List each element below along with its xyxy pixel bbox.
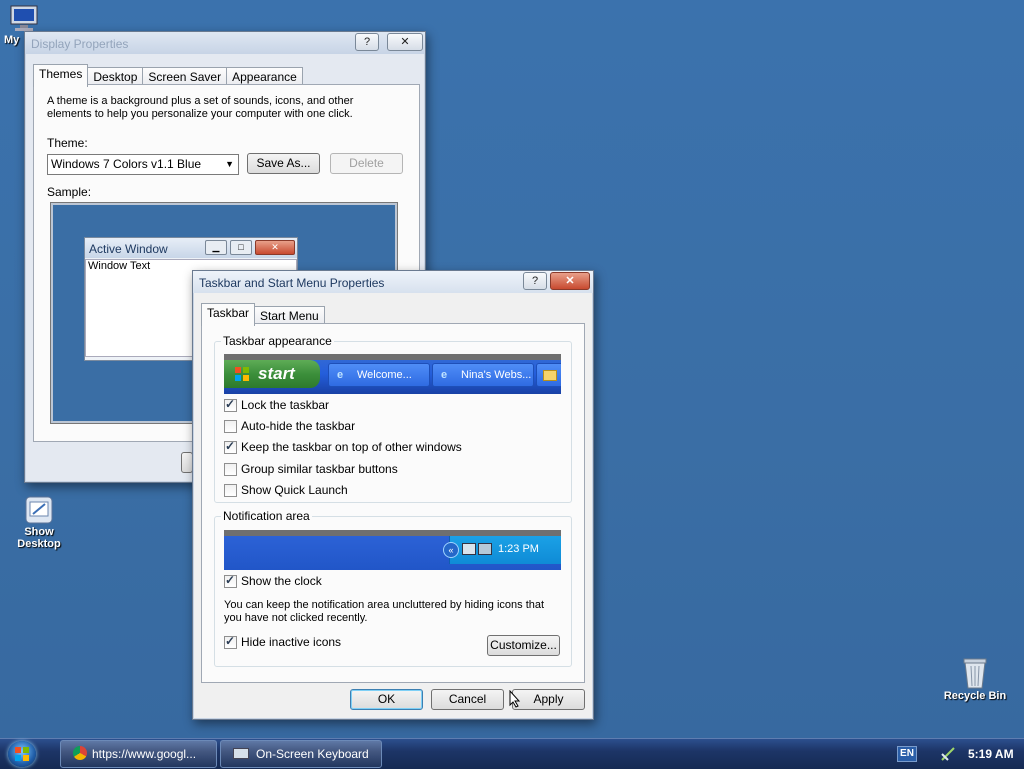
tray-section: « 1:23 PM bbox=[443, 536, 561, 564]
group-title: Notification area bbox=[221, 509, 312, 523]
ie-icon: e bbox=[337, 369, 344, 381]
theme-label: Theme: bbox=[47, 136, 88, 150]
sample-label: Sample: bbox=[47, 185, 92, 199]
preview-task-button-3 bbox=[536, 363, 561, 387]
computer-icon bbox=[10, 5, 38, 31]
preview-start-label: start bbox=[258, 364, 295, 383]
quick-launch-checkbox[interactable]: Show Quick Launch bbox=[224, 483, 348, 497]
desktop-icon-show-desktop[interactable]: Show Desktop bbox=[4, 494, 74, 550]
group-title: Taskbar appearance bbox=[221, 334, 334, 348]
help-button[interactable]: ? bbox=[355, 33, 379, 51]
mouse-cursor-icon bbox=[509, 690, 521, 708]
windows-logo-icon bbox=[15, 747, 29, 761]
taskbar: https://www.googl... On-Screen Keyboard … bbox=[0, 738, 1024, 769]
tab-taskbar[interactable]: Taskbar bbox=[201, 303, 256, 326]
ie-icon: e bbox=[441, 369, 448, 381]
system-clock[interactable]: 5:19 AM bbox=[968, 747, 1014, 761]
windows-flag-icon bbox=[235, 367, 249, 381]
preview-start-button: start bbox=[224, 360, 320, 388]
taskbar-item-on-screen-keyboard[interactable]: On-Screen Keyboard bbox=[220, 740, 382, 768]
desktop-icon-label: Show Desktop bbox=[17, 526, 61, 550]
tray-app-icon bbox=[478, 543, 492, 555]
checkbox bbox=[224, 397, 237, 412]
show-clock-checkbox[interactable]: Show the clock bbox=[224, 573, 322, 588]
sample-window-title: Active Window bbox=[89, 242, 168, 256]
cancel-button[interactable]: Cancel bbox=[431, 689, 504, 710]
tray-clock: 1:23 PM bbox=[498, 543, 539, 555]
window-title: Taskbar and Start Menu Properties bbox=[199, 276, 385, 290]
notification-description: You can keep the notification area unclu… bbox=[224, 599, 545, 624]
chevron-left-icon: « bbox=[443, 542, 459, 558]
language-indicator[interactable]: EN bbox=[897, 746, 917, 762]
desktop: My Show Desktop Recycle Bin Display Prop… bbox=[0, 0, 1024, 738]
keyboard-icon bbox=[233, 748, 249, 759]
network-tray-icon[interactable] bbox=[940, 746, 956, 762]
maximize-icon: □ bbox=[230, 240, 252, 255]
group-buttons-checkbox[interactable]: Group similar taskbar buttons bbox=[224, 462, 398, 476]
checkbox bbox=[224, 439, 237, 454]
apply-button[interactable]: Apply bbox=[512, 689, 585, 710]
chrome-icon bbox=[73, 746, 87, 760]
desktop-icon-label: Recycle Bin bbox=[943, 690, 1007, 702]
close-icon: ✕ bbox=[255, 240, 295, 255]
recycle-bin-icon bbox=[963, 658, 987, 689]
theme-dropdown[interactable]: Windows 7 Colors v1.1 Blue ▼ bbox=[47, 154, 239, 175]
taskbar-preview: start e Welcome... e Nina's Webs... bbox=[224, 354, 561, 394]
theme-value: Windows 7 Colors v1.1 Blue bbox=[51, 157, 202, 171]
taskbar-item-chrome[interactable]: https://www.googl... bbox=[60, 740, 217, 768]
notification-preview: « 1:23 PM bbox=[224, 530, 561, 570]
hide-inactive-checkbox[interactable]: Hide inactive icons bbox=[224, 634, 341, 649]
desktop-icon-recycle-bin[interactable]: Recycle Bin bbox=[940, 656, 1010, 702]
ok-button[interactable]: OK bbox=[350, 689, 423, 710]
title-bar: Taskbar and Start Menu Properties ? ✕ bbox=[193, 271, 593, 293]
folder-icon bbox=[543, 370, 557, 381]
themes-description: A theme is a background plus a set of so… bbox=[47, 95, 354, 120]
keep-on-top-checkbox[interactable]: Keep the taskbar on top of other windows bbox=[224, 439, 462, 454]
show-desktop-icon bbox=[25, 496, 53, 524]
delete-button[interactable]: Delete bbox=[330, 153, 403, 174]
close-button[interactable]: ✕ bbox=[387, 33, 423, 51]
lock-taskbar-checkbox[interactable]: Lock the taskbar bbox=[224, 397, 329, 412]
close-button[interactable]: ✕ bbox=[550, 272, 590, 290]
preview-task-button-2: e Nina's Webs... bbox=[432, 363, 534, 387]
checkbox bbox=[224, 483, 237, 497]
checkbox bbox=[224, 634, 237, 649]
network-icon bbox=[462, 543, 476, 555]
checkbox bbox=[224, 419, 237, 433]
window-title: Display Properties bbox=[31, 37, 129, 51]
title-bar: Display Properties ? ✕ bbox=[25, 32, 425, 54]
customize-button[interactable]: Customize... bbox=[487, 635, 560, 656]
minimize-icon: ▁ bbox=[205, 240, 227, 255]
checkbox bbox=[224, 462, 237, 476]
preview-task-button-1: e Welcome... bbox=[328, 363, 430, 387]
help-button[interactable]: ? bbox=[523, 272, 547, 290]
auto-hide-checkbox[interactable]: Auto-hide the taskbar bbox=[224, 419, 355, 433]
start-orb-button[interactable] bbox=[8, 741, 36, 767]
checkbox bbox=[224, 573, 237, 588]
save-as-button[interactable]: Save As... bbox=[247, 153, 320, 174]
tab-themes[interactable]: Themes bbox=[33, 64, 89, 87]
dropdown-arrow-icon: ▼ bbox=[225, 159, 234, 169]
